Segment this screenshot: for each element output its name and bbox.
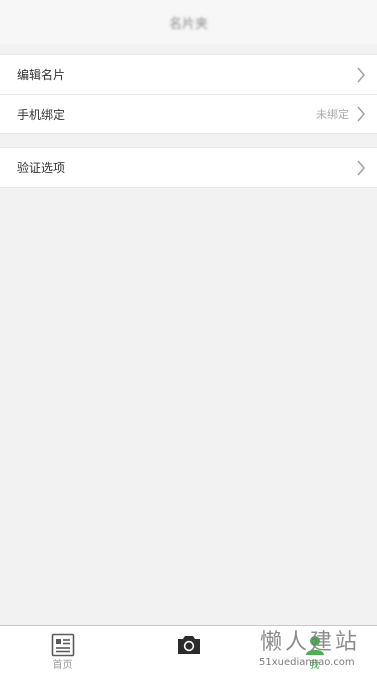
settings-group-account: 编辑名片 手机绑定 未绑定 (0, 54, 377, 134)
card-icon (51, 633, 75, 657)
camera-icon (176, 633, 202, 657)
page-title: 名片夹 (168, 16, 208, 32)
tab-me-label: 我 (309, 660, 320, 671)
tab-home[interactable]: 首页 (0, 626, 125, 678)
edit-card-label: 编辑名片 (17, 68, 66, 82)
person-icon (303, 633, 327, 657)
verification-options-row[interactable]: 验证选项 (0, 148, 377, 187)
bottom-tab-bar: 首页 我 (0, 625, 377, 678)
phone-binding-label: 手机绑定 (17, 107, 66, 122)
chevron-right-icon (355, 160, 367, 176)
nav-header: 名片夹 (0, 0, 377, 44)
phone-binding-row[interactable]: 手机绑定 未绑定 (0, 94, 377, 133)
chevron-right-icon (355, 106, 367, 122)
phone-binding-status: 未绑定 (316, 108, 349, 121)
verification-options-label: 验证选项 (17, 161, 66, 175)
tab-home-label: 首页 (52, 660, 73, 671)
tab-me[interactable]: 我 (252, 626, 377, 678)
edit-card-row[interactable]: 编辑名片 (0, 55, 377, 94)
chevron-right-icon (355, 67, 367, 83)
settings-group-verification: 验证选项 (0, 147, 377, 188)
tab-camera[interactable] (126, 626, 251, 678)
